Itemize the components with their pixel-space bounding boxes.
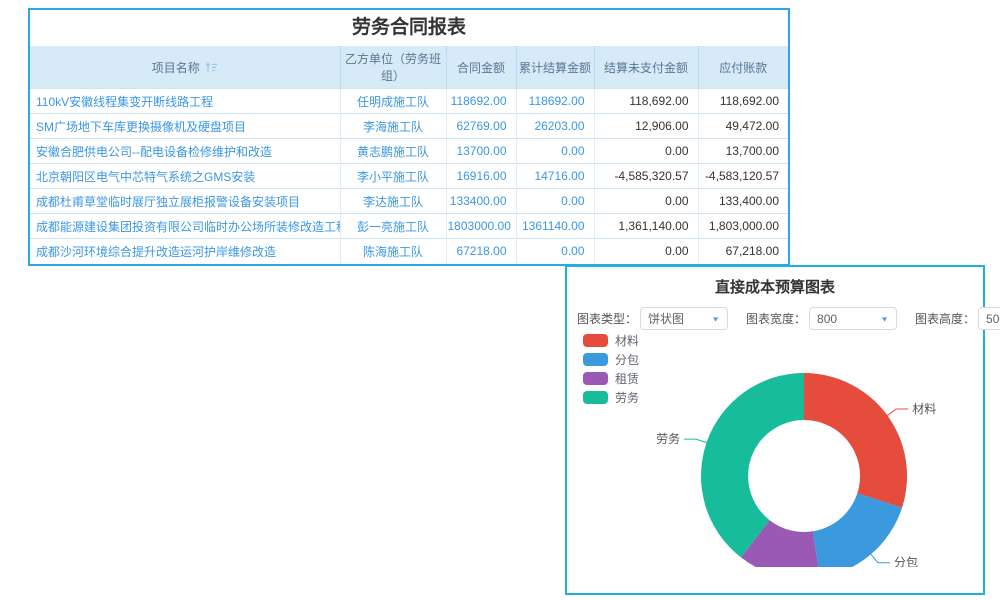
contract-amount-cell: 118692.00 (446, 89, 516, 114)
legend-label-lease: 租赁 (615, 370, 639, 387)
contract-amount-cell: 16916.00 (446, 164, 516, 189)
project-name-link[interactable]: 北京朝阳区电气中芯特气系统之GMS安装 (30, 164, 340, 189)
unpaid-amount-cell: 0.00 (594, 189, 698, 214)
table-row: SM广场地下车库更换摄像机及硬盘项目 李海施工队 62769.00 26203.… (30, 114, 788, 139)
settled-amount-cell: 1361140.00 (516, 214, 594, 239)
legend-item-labor[interactable]: 劳务 (583, 388, 639, 407)
contract-amount-cell: 133400.00 (446, 189, 516, 214)
payable-cell: 67,218.00 (698, 239, 788, 264)
legend-item-subcontract[interactable]: 分包 (583, 350, 639, 369)
legend-item-lease[interactable]: 租赁 (583, 369, 639, 388)
unpaid-amount-cell: 0.00 (594, 239, 698, 264)
legend-swatch-lease (583, 372, 608, 385)
contract-amount-cell: 13700.00 (446, 139, 516, 164)
contract-amount-cell: 1803000.00 (446, 214, 516, 239)
payable-cell: 133,400.00 (698, 189, 788, 214)
sort-icon[interactable] (205, 62, 218, 76)
team-cell: 李小平施工队 (340, 164, 446, 189)
label-leader-line (871, 554, 890, 562)
table-row: 110kV安徽线程集变开断线路工程 任明成施工队 118692.00 11869… (30, 89, 788, 114)
legend-label-materials: 材料 (615, 332, 639, 349)
direct-cost-budget-chart-panel: 直接成本预算图表 图表类型： 饼状图 ▼ 图表宽度： 800 ▼ 图表高度： 5… (565, 265, 985, 595)
contract-amount-cell: 67218.00 (446, 239, 516, 264)
pie-slice-材料[interactable] (804, 373, 907, 508)
unpaid-amount-cell: 12,906.00 (594, 114, 698, 139)
legend-item-materials[interactable]: 材料 (583, 331, 639, 350)
settled-amount-cell: 118692.00 (516, 89, 594, 114)
page: { "report": { "title": "劳务合同报表", "column… (0, 0, 1000, 600)
legend-swatch-materials (583, 334, 608, 347)
unpaid-amount-cell: 0.00 (594, 139, 698, 164)
donut-chart[interactable]: 材料分包租赁劳务 (567, 267, 983, 567)
label-leader-line (684, 439, 707, 443)
payable-cell: 118,692.00 (698, 89, 788, 114)
team-cell: 任明成施工队 (340, 89, 446, 114)
slice-label: 材料 (912, 402, 936, 416)
legend-swatch-subcontract (583, 353, 608, 366)
contract-amount-cell: 62769.00 (446, 114, 516, 139)
team-cell: 彭一亮施工队 (340, 214, 446, 239)
project-name-link[interactable]: 110kV安徽线程集变开断线路工程 (30, 89, 340, 114)
column-header-payable: 应付账款 (698, 46, 788, 89)
team-cell: 李达施工队 (340, 189, 446, 214)
legend-label-subcontract: 分包 (615, 351, 639, 368)
project-name-link[interactable]: 安徽合肥供电公司--配电设备检修维护和改造 (30, 139, 340, 164)
slice-label: 分包 (894, 556, 918, 567)
project-name-link[interactable]: 成都能源建设集团投资有限公司临时办公场所装修改造工程EPC (30, 214, 340, 239)
report-table: 项目名称 乙方单位（劳务班组） 合同金额 累计结算金额 结算未支付金额 应付账款… (30, 46, 788, 264)
payable-cell: 13,700.00 (698, 139, 788, 164)
column-header-settled-amount: 累计结算金额 (516, 46, 594, 89)
table-row: 安徽合肥供电公司--配电设备检修维护和改造 黄志鹏施工队 13700.00 0.… (30, 139, 788, 164)
header-row: 项目名称 乙方单位（劳务班组） 合同金额 累计结算金额 结算未支付金额 应付账款 (30, 46, 788, 89)
settled-amount-cell: 14716.00 (516, 164, 594, 189)
pie-slice-分包[interactable] (813, 493, 902, 567)
settled-amount-cell: 26203.00 (516, 114, 594, 139)
column-header-project-label: 项目名称 (152, 61, 200, 75)
unpaid-amount-cell: 1,361,140.00 (594, 214, 698, 239)
legend-swatch-labor (583, 391, 608, 404)
column-header-project: 项目名称 (30, 46, 340, 89)
team-cell: 黄志鹏施工队 (340, 139, 446, 164)
payable-cell: -4,583,120.57 (698, 164, 788, 189)
pie-slice-劳务[interactable] (701, 373, 804, 557)
table-row: 成都沙河环境综合提升改造运河护岸维修改造 陈海施工队 67218.00 0.00… (30, 239, 788, 264)
project-name-link[interactable]: SM广场地下车库更换摄像机及硬盘项目 (30, 114, 340, 139)
table-row: 成都能源建设集团投资有限公司临时办公场所装修改造工程EPC 彭一亮施工队 180… (30, 214, 788, 239)
unpaid-amount-cell: -4,585,320.57 (594, 164, 698, 189)
project-name-link[interactable]: 成都沙河环境综合提升改造运河护岸维修改造 (30, 239, 340, 264)
team-cell: 陈海施工队 (340, 239, 446, 264)
slice-label: 劳务 (656, 431, 680, 446)
chart-legend: 材料 分包 租赁 劳务 (583, 331, 639, 407)
report-title: 劳务合同报表 (30, 10, 788, 46)
settled-amount-cell: 0.00 (516, 189, 594, 214)
project-name-link[interactable]: 成都杜甫草堂临时展厅独立展柜报警设备安装项目 (30, 189, 340, 214)
unpaid-amount-cell: 118,692.00 (594, 89, 698, 114)
payable-cell: 49,472.00 (698, 114, 788, 139)
chart-height-value: 500 (986, 312, 1000, 326)
column-header-team: 乙方单位（劳务班组） (340, 46, 446, 89)
legend-label-labor: 劳务 (615, 389, 639, 406)
settled-amount-cell: 0.00 (516, 239, 594, 264)
table-row: 成都杜甫草堂临时展厅独立展柜报警设备安装项目 李达施工队 133400.00 0… (30, 189, 788, 214)
column-header-unpaid-amount: 结算未支付金额 (594, 46, 698, 89)
column-header-contract-amount: 合同金额 (446, 46, 516, 89)
team-cell: 李海施工队 (340, 114, 446, 139)
payable-cell: 1,803,000.00 (698, 214, 788, 239)
labor-contract-report-panel: 劳务合同报表 项目名称 乙方单位（劳务班组） 合同金额 累计结算金额 结算未支付… (28, 8, 790, 266)
label-leader-line (887, 409, 908, 416)
table-row: 北京朝阳区电气中芯特气系统之GMS安装 李小平施工队 16916.00 1471… (30, 164, 788, 189)
settled-amount-cell: 0.00 (516, 139, 594, 164)
